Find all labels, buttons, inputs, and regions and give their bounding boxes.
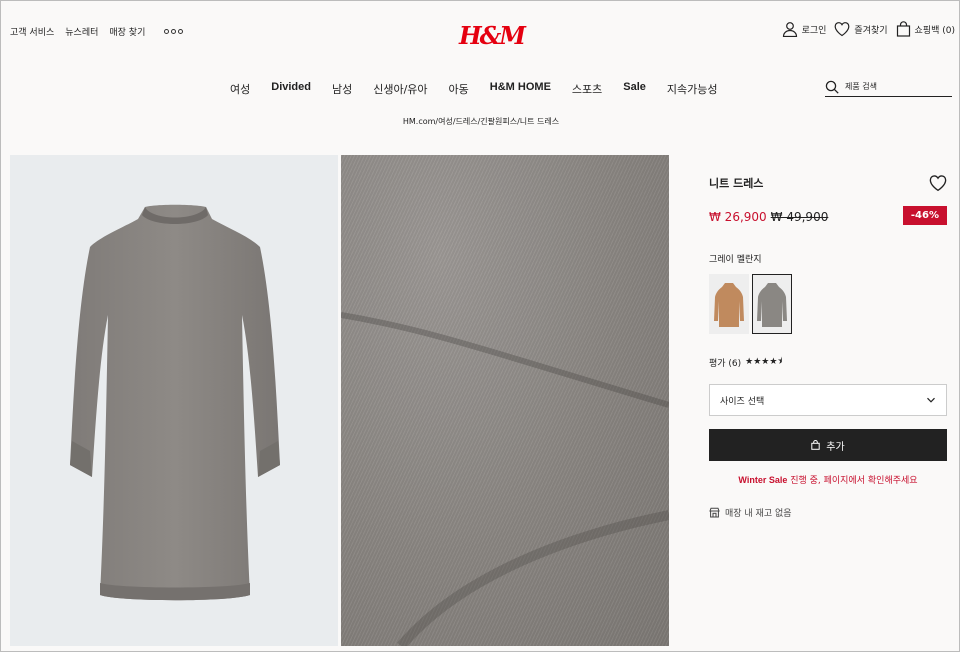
store-icon — [709, 507, 720, 518]
swatch-camel-thumb — [714, 283, 744, 327]
promo-text: 진행 중, 페이지에서 확인해주세요 — [787, 476, 918, 486]
product-image-detail[interactable] — [341, 155, 669, 646]
login-label: 로그인 — [801, 25, 827, 36]
discount-badge: -46% — [902, 205, 947, 225]
nav-item-baby[interactable]: 신생아/유아 — [373, 81, 427, 97]
size-select[interactable]: 사이즈 선택 — [709, 384, 947, 416]
color-name: 그레이 멜란지 — [709, 255, 762, 265]
favorites-label: 즐겨찾기 — [854, 25, 888, 36]
user-icon — [782, 22, 797, 37]
nav-item-divided[interactable]: Divided — [271, 81, 311, 97]
search-input[interactable] — [845, 82, 945, 91]
top-bar: 고객 서비스 뉴스레터 매장 찾기 H&M 로그인 즐겨찾기 쇼핑백 (0) — [1, 1, 960, 63]
product-image-main[interactable] — [10, 155, 338, 646]
rating-label: 평가 (6) — [709, 358, 742, 369]
store-availability[interactable]: 매장 내 재고 없음 — [709, 506, 947, 519]
search-icon[interactable] — [825, 80, 839, 94]
product-title: 니트 드레스 — [709, 177, 764, 190]
swatch-camel[interactable] — [709, 274, 749, 334]
nav-item-men[interactable]: 남성 — [332, 81, 352, 97]
cart-link[interactable]: 쇼핑백 (0) — [896, 21, 955, 37]
store-availability-text: 매장 내 재고 없음 — [725, 509, 792, 519]
knit-texture-image — [341, 312, 669, 646]
color-swatches — [709, 274, 947, 334]
cart-label: 쇼핑백 (0) — [914, 25, 955, 36]
main-nav: 여성 Divided 남성 신생아/유아 아동 H&M HOME 스포츠 Sal… — [230, 81, 718, 97]
nav-item-sale[interactable]: Sale — [623, 81, 646, 97]
swatch-grey-melange[interactable] — [752, 274, 792, 334]
bag-icon — [811, 440, 820, 450]
chevron-down-icon — [927, 397, 935, 403]
price-group: ₩ 26,900 ₩ 49,900 — [709, 206, 828, 225]
utility-links: 고객 서비스 뉴스레터 매장 찾기 — [10, 25, 184, 38]
customer-service-link[interactable]: 고객 서비스 — [10, 25, 54, 38]
original-price: ₩ 49,900 — [770, 209, 829, 224]
store-locator-link[interactable]: 매장 찾기 — [109, 25, 145, 38]
favorites-link[interactable]: 즐겨찾기 — [834, 21, 888, 37]
account-links: 로그인 즐겨찾기 쇼핑백 (0) — [782, 21, 955, 37]
hm-logo[interactable]: H&M — [459, 21, 526, 50]
login-link[interactable]: 로그인 — [782, 21, 827, 37]
promo-brand: Winter Sale — [738, 475, 788, 485]
heart-icon — [835, 22, 850, 37]
nav-item-sustainability[interactable]: 지속가능성 — [667, 81, 718, 97]
sale-price: ₩ 26,900 — [709, 209, 767, 224]
size-select-label: 사이즈 선택 — [720, 396, 765, 407]
shopping-bag-icon — [896, 21, 910, 37]
add-to-bag-label: 추가 — [826, 441, 845, 453]
swatch-grey-thumb — [757, 283, 787, 327]
nav-item-sport[interactable]: 스포츠 — [572, 81, 602, 97]
search-box — [825, 77, 952, 97]
newsletter-link[interactable]: 뉴스레터 — [65, 25, 98, 38]
nav-item-home[interactable]: H&M HOME — [490, 81, 551, 97]
rating-stars-icon: ★★★★⯨ — [745, 357, 783, 367]
knit-dress-image — [70, 204, 280, 601]
rating[interactable]: 평가 (6) ★★★★⯨ — [709, 354, 947, 370]
favorite-heart-icon[interactable] — [929, 174, 947, 192]
nav-item-kids[interactable]: 아동 — [449, 81, 469, 97]
breadcrumb[interactable]: HM.com/여성/드레스/긴팔원피스/니트 드레스 — [1, 116, 960, 127]
price-row: ₩ 26,900 ₩ 49,900 -46% — [709, 205, 947, 225]
add-to-bag-button[interactable]: 추가 — [709, 429, 947, 461]
product-info-panel: 니트 드레스 ₩ 26,900 ₩ 49,900 -46% 그레이 멜란지 평가 … — [709, 173, 947, 519]
promo-message[interactable]: Winter Sale 진행 중, 페이지에서 확인해주세요 — [709, 473, 947, 486]
more-menu-icon[interactable] — [164, 29, 184, 34]
nav-item-women[interactable]: 여성 — [230, 81, 250, 97]
title-row: 니트 드레스 — [709, 173, 947, 193]
